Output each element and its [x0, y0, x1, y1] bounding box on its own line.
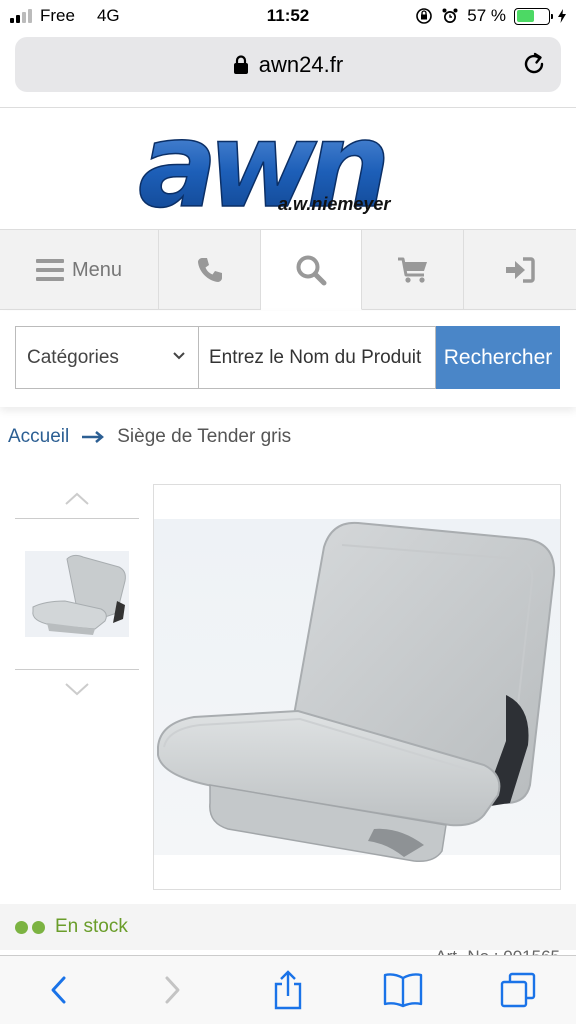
forward-button[interactable] — [115, 956, 230, 1024]
site-logo[interactable]: awn a.w.niemeyer — [0, 118, 576, 228]
chevron-down-icon — [173, 352, 185, 360]
product-search-input[interactable]: Entrez le Nom du Produit — [198, 326, 436, 389]
sign-in-icon — [506, 257, 535, 283]
browser-toolbar — [0, 955, 576, 1024]
bookmarks-button[interactable] — [346, 956, 461, 1024]
stock-indicator-icon — [15, 920, 28, 934]
hamburger-icon — [35, 259, 64, 281]
main-nav: Menu — [0, 229, 576, 310]
book-icon — [384, 973, 423, 1008]
tabs-icon — [501, 972, 536, 1008]
phone-button[interactable] — [159, 230, 261, 310]
alarm-icon — [442, 8, 458, 23]
seat-thumbnail-image — [25, 551, 129, 637]
status-bar: Free 4G 11:52 57 % — [0, 0, 576, 32]
divider — [15, 518, 139, 519]
breadcrumb: Accueil Siège de Tender gris — [8, 426, 291, 448]
arrow-right-icon — [82, 431, 105, 443]
chevron-right-icon — [165, 976, 180, 1004]
search-icon — [296, 255, 327, 285]
back-button[interactable] — [0, 956, 115, 1024]
product-main-image[interactable] — [153, 484, 561, 890]
thumbnail-next-button[interactable] — [15, 670, 139, 708]
login-button[interactable] — [464, 230, 576, 310]
stock-indicator-icon — [32, 920, 45, 934]
phone-icon — [197, 258, 222, 282]
stock-label: En stock — [55, 916, 128, 937]
charging-icon — [558, 9, 566, 23]
breadcrumb-current: Siège de Tender gris — [117, 426, 292, 447]
chevron-left-icon — [51, 976, 66, 1004]
battery-icon — [514, 7, 553, 25]
category-select[interactable]: Catégories — [15, 326, 199, 389]
tabs-button[interactable] — [461, 956, 576, 1024]
awn-logo: awn a.w.niemeyer — [137, 118, 395, 218]
lock-icon — [233, 54, 248, 74]
divider — [0, 107, 576, 108]
search-submit-button[interactable]: Rechercher — [436, 326, 560, 389]
url-text: awn24.fr — [258, 51, 344, 77]
search-bar: Catégories Entrez le Nom du Produit Rech… — [0, 311, 576, 407]
reload-icon[interactable] — [521, 51, 547, 77]
product-thumbnail[interactable] — [25, 551, 129, 637]
battery-percent: 57 % — [467, 6, 506, 25]
address-bar[interactable]: awn24.fr — [15, 37, 561, 92]
share-button[interactable] — [230, 956, 345, 1024]
chevron-down-icon — [65, 683, 89, 696]
menu-label: Menu — [71, 258, 123, 281]
cart-button[interactable] — [362, 230, 464, 310]
stock-status: En stock — [0, 904, 576, 950]
seat-image — [154, 519, 560, 863]
cart-icon — [397, 257, 427, 283]
breadcrumb-home[interactable]: Accueil — [8, 426, 69, 448]
category-select-value: Catégories — [27, 346, 119, 368]
menu-button[interactable]: Menu — [0, 230, 159, 310]
share-icon — [274, 970, 302, 1010]
thumbnail-gallery — [15, 480, 139, 708]
search-tab[interactable] — [261, 230, 362, 310]
rotation-lock-icon — [416, 8, 433, 24]
product-search-placeholder: Entrez le Nom du Produit — [209, 346, 422, 368]
thumbnail-prev-button[interactable] — [15, 480, 139, 518]
svg-text:a.w.niemeyer: a.w.niemeyer — [278, 194, 391, 214]
chevron-up-icon — [65, 492, 89, 505]
